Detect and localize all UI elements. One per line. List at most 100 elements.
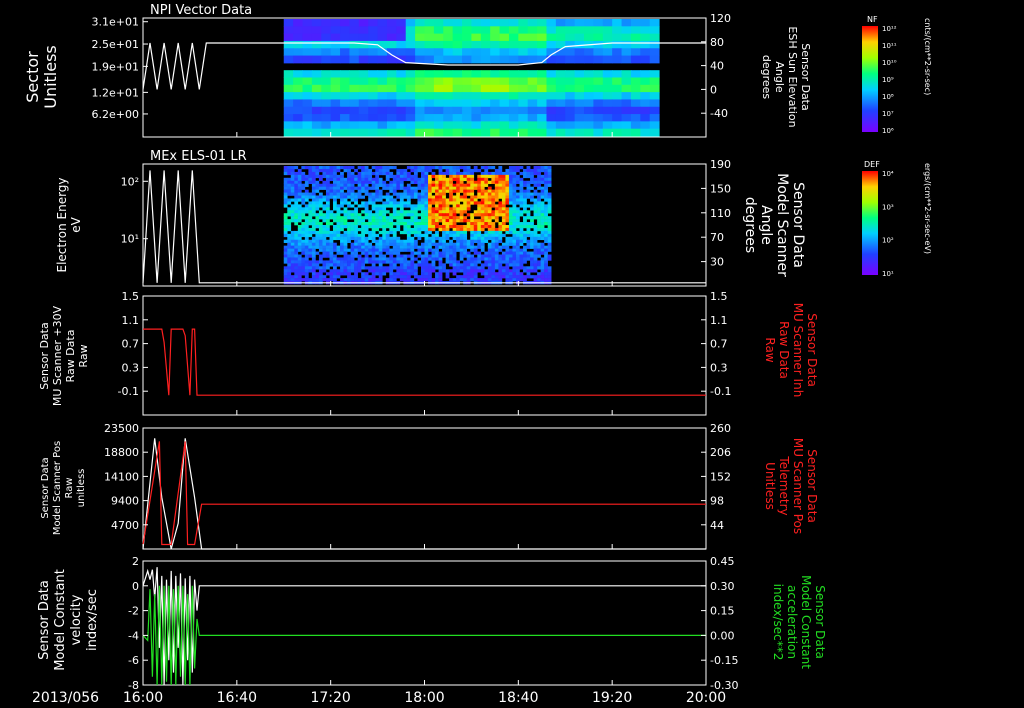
y-tick-label: 0 <box>710 83 717 96</box>
spectrogram-cell <box>533 225 538 229</box>
spectrogram-cell <box>449 192 453 196</box>
spectrogram-cell <box>480 236 485 241</box>
spectrogram-cell <box>470 222 475 226</box>
spectrogram-cell <box>322 251 327 255</box>
spectrogram-cell <box>621 26 632 35</box>
spectrogram-cell <box>466 166 471 170</box>
spectrogram-cell <box>442 263 446 267</box>
spectrogram-cell <box>501 222 506 226</box>
spectrogram-cell <box>463 248 468 252</box>
spectrogram-cell <box>649 114 660 122</box>
spectrogram-cell <box>523 266 527 270</box>
spectrogram-cell <box>547 233 552 238</box>
spectrogram-cell <box>333 168 337 173</box>
panel-5 <box>142 560 707 686</box>
spectrogram-cell <box>435 210 439 214</box>
spectrogram-cell <box>574 92 585 100</box>
spectrogram-cell <box>329 248 334 252</box>
spectrogram-cell <box>364 242 369 246</box>
spectrogram-cell <box>649 99 660 108</box>
spectrogram-cell <box>294 198 299 202</box>
spectrogram-cell <box>420 260 425 264</box>
spectrogram-cell <box>420 225 425 229</box>
spectrogram-cell <box>340 222 344 226</box>
spectrogram-cell <box>445 186 450 190</box>
spectrogram-cell <box>318 174 323 179</box>
spectrogram-cell <box>361 272 365 276</box>
spectrogram-cell <box>537 92 547 100</box>
spectrogram-cell <box>431 198 436 202</box>
spectrogram-cell <box>311 55 322 64</box>
spectrogram-cell <box>396 19 407 27</box>
spectrogram-cell <box>358 128 369 137</box>
spectrogram-cell <box>431 248 436 252</box>
spectrogram-cell <box>358 99 369 108</box>
els-spectrogram <box>283 166 552 285</box>
spectrogram-cell <box>445 189 450 193</box>
y-tick-label: 4700 <box>111 519 139 532</box>
spectrogram-cell <box>498 186 503 190</box>
spectrogram-cell <box>410 239 415 243</box>
spectrogram-cell <box>358 33 369 42</box>
spectrogram-cell <box>322 254 327 258</box>
spectrogram-cell <box>501 257 506 261</box>
spectrogram-cell <box>537 106 547 115</box>
spectrogram-cell <box>508 40 519 49</box>
spectrogram-cell <box>340 48 350 57</box>
spectrogram-cell <box>424 225 429 229</box>
y-tick-label: 190 <box>710 158 731 171</box>
spectrogram-cell <box>519 177 524 182</box>
spectrogram-cell <box>315 201 320 205</box>
spectrogram-cell <box>470 198 475 202</box>
spectrogram-cell <box>336 269 341 273</box>
spectrogram-cell <box>471 48 482 57</box>
spectrogram-cell <box>413 186 418 190</box>
spectrogram-cell <box>515 192 520 196</box>
spectrogram-cell <box>473 225 478 229</box>
spectrogram-cell <box>470 201 475 205</box>
spectrogram-cell <box>399 216 404 220</box>
spectrogram-cell <box>415 26 425 35</box>
spectrogram-cell <box>336 272 341 276</box>
spectrogram-cell <box>431 278 436 282</box>
spectrogram-cell <box>396 239 401 243</box>
spectrogram-cell <box>540 210 545 214</box>
spectrogram-cell <box>350 251 355 255</box>
spectrogram-cell <box>283 233 288 238</box>
spectrogram-cell <box>546 70 557 78</box>
spectrogram-cell <box>415 55 425 64</box>
spectrogram-cell <box>612 77 623 86</box>
spectrogram-cell <box>396 106 407 115</box>
spectrogram-cell <box>431 216 436 220</box>
spectrogram-cell <box>494 168 499 173</box>
spectrogram-cell <box>389 254 394 258</box>
spectrogram-cell <box>530 219 534 223</box>
y-tick-label: 0.00 <box>710 629 735 642</box>
spectrogram-cell <box>392 216 397 220</box>
spectrogram-cell <box>357 239 362 243</box>
spectrogram-cell <box>471 77 482 86</box>
panel-3-ylabel-left: Sensor Data MU Scanner +30V Raw Data Raw <box>38 305 90 406</box>
spectrogram-cell <box>612 48 623 57</box>
spectrogram-cell <box>378 210 383 214</box>
spectrogram-cell <box>333 233 337 238</box>
spectrogram-cell <box>403 230 408 235</box>
spectrogram-cell <box>449 195 453 199</box>
spectrogram-cell <box>368 275 373 279</box>
spectrogram-cell <box>498 189 503 193</box>
spectrogram-cell <box>470 248 475 252</box>
spectrogram-cell <box>382 186 387 190</box>
spectrogram-cell <box>435 204 439 208</box>
spectrogram-cell <box>417 186 422 190</box>
spectrogram-cell <box>364 230 369 235</box>
spectrogram-cell <box>368 192 373 196</box>
y-tick-label: 14100 <box>104 470 139 483</box>
spectrogram-cell <box>463 233 468 238</box>
spectrogram-cell <box>350 174 355 179</box>
spectrogram-cell <box>508 55 519 64</box>
spectrogram-cell <box>283 192 288 196</box>
spectrogram-cell <box>523 201 527 205</box>
spectrogram-cell <box>466 263 471 267</box>
spectrogram-cell <box>413 166 418 170</box>
panel-3 <box>142 295 707 416</box>
